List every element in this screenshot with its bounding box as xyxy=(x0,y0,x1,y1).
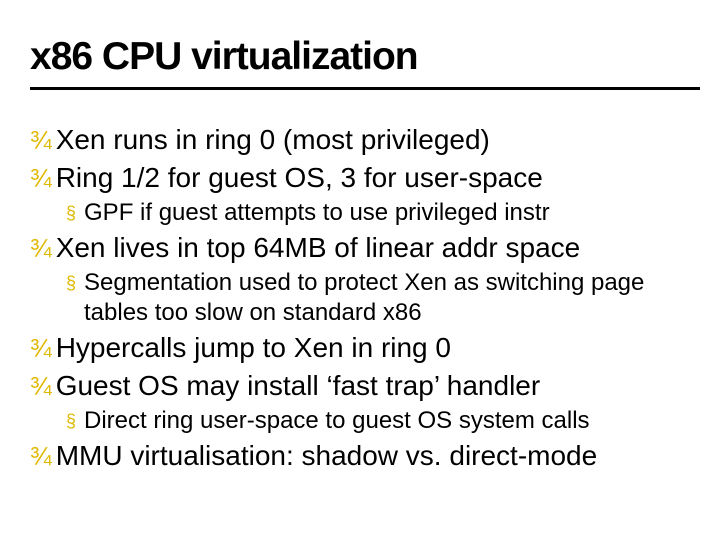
slide-title: x86 CPU virtualization xyxy=(30,35,700,90)
bullet-text: Hypercalls jump to Xen in ring 0 xyxy=(56,330,451,366)
bullet-list: ¾ Xen runs in ring 0 (most privileged) ¾… xyxy=(30,122,700,474)
list-item: ¾ Guest OS may install ‘fast trap’ handl… xyxy=(30,368,700,404)
list-subitem: § Direct ring user-space to guest OS sys… xyxy=(66,406,700,436)
bullet-icon: ¾ xyxy=(30,122,52,158)
subbullet-text: GPF if guest attempts to use privileged … xyxy=(84,198,550,228)
list-item: ¾ Hypercalls jump to Xen in ring 0 xyxy=(30,330,700,366)
subbullet-icon: § xyxy=(66,268,76,298)
subbullet-text: Direct ring user-space to guest OS syste… xyxy=(84,406,590,436)
bullet-icon: ¾ xyxy=(30,368,52,404)
list-item: ¾ Ring 1/2 for guest OS, 3 for user-spac… xyxy=(30,160,700,196)
bullet-icon: ¾ xyxy=(30,160,52,196)
list-subitem: § Segmentation used to protect Xen as sw… xyxy=(66,268,700,328)
bullet-icon: ¾ xyxy=(30,330,52,366)
subbullet-text: Segmentation used to protect Xen as swit… xyxy=(84,268,700,328)
bullet-text: Guest OS may install ‘fast trap’ handler xyxy=(56,368,541,404)
list-subitem: § GPF if guest attempts to use privilege… xyxy=(66,198,700,228)
list-item: ¾ Xen lives in top 64MB of linear addr s… xyxy=(30,230,700,266)
bullet-icon: ¾ xyxy=(30,438,52,474)
subbullet-icon: § xyxy=(66,198,76,228)
list-item: ¾ Xen runs in ring 0 (most privileged) xyxy=(30,122,700,158)
bullet-icon: ¾ xyxy=(30,230,52,266)
bullet-text: Xen lives in top 64MB of linear addr spa… xyxy=(56,230,581,266)
list-item: ¾ MMU virtualisation: shadow vs. direct-… xyxy=(30,438,700,474)
bullet-text: Xen runs in ring 0 (most privileged) xyxy=(56,122,490,158)
slide: x86 CPU virtualization ¾ Xen runs in rin… xyxy=(0,0,720,540)
bullet-text: MMU virtualisation: shadow vs. direct-mo… xyxy=(56,438,598,474)
bullet-text: Ring 1/2 for guest OS, 3 for user-space xyxy=(56,160,543,196)
subbullet-icon: § xyxy=(66,406,76,436)
